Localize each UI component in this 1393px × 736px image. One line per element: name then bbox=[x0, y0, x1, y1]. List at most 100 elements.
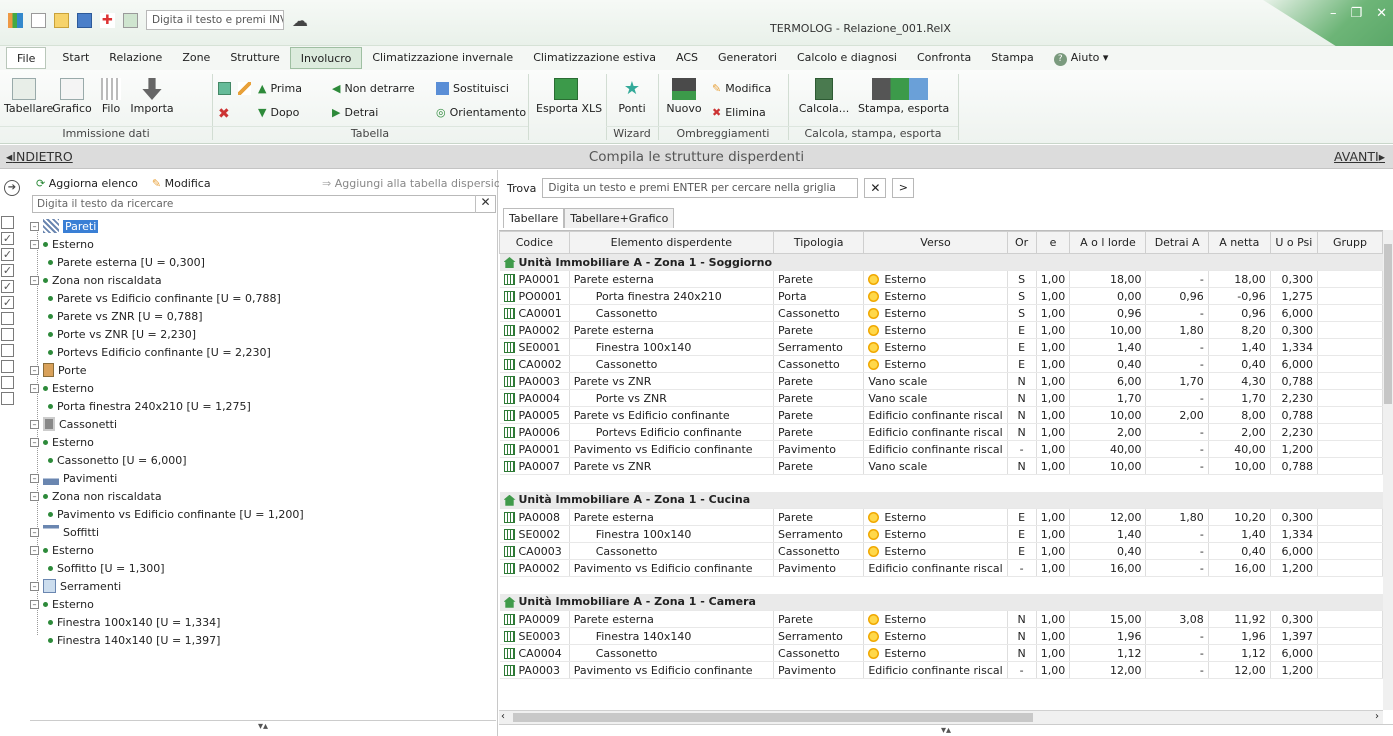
table-cell[interactable]: 1,00 bbox=[1036, 627, 1071, 645]
table-row[interactable]: PA0001 Pavimento vs Edificio confinante Pa… bbox=[499, 440, 1383, 458]
tree-node-esterno[interactable]: – Esterno bbox=[30, 433, 94, 451]
table-cell[interactable]: Cassonetto bbox=[773, 304, 865, 322]
tree-node-soffitti[interactable]: – Soffitti bbox=[30, 523, 99, 541]
table-cell[interactable]: Cassonetto bbox=[569, 304, 775, 322]
table-row[interactable]: PA0007 Parete vs ZNR Parete Vano scale N 1,00… bbox=[499, 457, 1383, 475]
table-cell[interactable]: Parete bbox=[773, 610, 865, 628]
tree-node-cassonetti[interactable]: – Cassonetti bbox=[30, 415, 117, 433]
table-cell[interactable]: Vano scale bbox=[863, 457, 1008, 475]
table-cell[interactable]: 1,00 bbox=[1036, 661, 1071, 679]
calcola-button[interactable]: Calcola... bbox=[796, 78, 852, 115]
table-cell[interactable]: Parete esterna bbox=[569, 508, 775, 526]
table-cell[interactable]: N bbox=[1007, 610, 1037, 628]
restore-icon[interactable]: ❐ bbox=[1350, 6, 1362, 21]
prima-button[interactable]: ▲ Prima bbox=[258, 82, 302, 95]
dopo-button[interactable]: ▼ Dopo bbox=[258, 106, 299, 119]
tree-node-esterno[interactable]: – Esterno bbox=[30, 379, 94, 397]
table-cell[interactable]: 1,00 bbox=[1036, 525, 1071, 543]
group-row[interactable]: Unità Immobiliare A - Zona 1 - Soggiorno bbox=[499, 253, 1383, 271]
table-cell[interactable]: 1,00 bbox=[1036, 440, 1071, 458]
table-cell[interactable]: 12,00 bbox=[1069, 661, 1147, 679]
table-cell[interactable]: 1,40 bbox=[1069, 525, 1147, 543]
cross-icon[interactable]: ✚ bbox=[100, 12, 115, 28]
table-cell[interactable]: - bbox=[1145, 423, 1209, 441]
table-cell[interactable]: - bbox=[1007, 559, 1037, 577]
table-cell[interactable]: Finestra 100x140 bbox=[569, 525, 775, 543]
table-cell[interactable]: 1,00 bbox=[1036, 559, 1071, 577]
table-cell[interactable]: 11,92 bbox=[1208, 610, 1271, 628]
table-cell[interactable]: 10,00 bbox=[1208, 457, 1271, 475]
table-cell[interactable]: CA0001 bbox=[499, 304, 570, 322]
table-cell[interactable]: N bbox=[1007, 627, 1037, 645]
row-checkbox[interactable] bbox=[1, 344, 14, 357]
elimina-ombreggiamento-button[interactable]: ✖ Elimina bbox=[712, 106, 766, 119]
table-cell[interactable]: PA0002 bbox=[499, 559, 570, 577]
table-row[interactable]: CA0003 Cassonetto Cassonetto Esterno E 1,00 0,… bbox=[499, 542, 1383, 560]
table-cell[interactable] bbox=[1317, 627, 1383, 645]
table-cell[interactable]: 1,200 bbox=[1270, 559, 1319, 577]
table-cell[interactable]: 1,334 bbox=[1270, 338, 1319, 356]
table-cell[interactable]: Serramento bbox=[773, 338, 865, 356]
table-cell[interactable]: 2,230 bbox=[1270, 423, 1319, 441]
column-header[interactable]: e bbox=[1035, 231, 1071, 254]
table-cell[interactable]: 2,230 bbox=[1270, 389, 1319, 407]
table-cell[interactable]: 0,96 bbox=[1145, 287, 1209, 305]
table-cell[interactable]: - bbox=[1145, 338, 1209, 356]
table-row[interactable]: SE0001 Finestra 100x140 Serramento Esterno E… bbox=[499, 338, 1383, 356]
tree-node-esterno[interactable]: – Esterno bbox=[30, 595, 94, 613]
table-cell[interactable]: 1,00 bbox=[1036, 270, 1071, 288]
table-cell[interactable]: Porta bbox=[773, 287, 865, 305]
table-row[interactable]: PA0008 Parete esterna Parete Esterno E 1,00 12… bbox=[499, 508, 1383, 526]
column-header[interactable]: U o Psi bbox=[1269, 231, 1319, 254]
table-cell[interactable]: Edificio confinante riscal bbox=[863, 661, 1008, 679]
table-cell[interactable]: CA0003 bbox=[499, 542, 570, 560]
table-cell[interactable]: 1,00 bbox=[1036, 389, 1071, 407]
table-cell[interactable]: E bbox=[1007, 542, 1037, 560]
table-cell[interactable] bbox=[1317, 287, 1383, 305]
tree-node-pareti[interactable]: – Pareti bbox=[30, 217, 99, 235]
table-cell[interactable]: 1,00 bbox=[1036, 406, 1071, 424]
table-cell[interactable]: S bbox=[1007, 304, 1037, 322]
table-cell[interactable] bbox=[1317, 542, 1383, 560]
table-cell[interactable]: Edificio confinante riscal bbox=[863, 559, 1008, 577]
tab-confronta[interactable]: Confronta bbox=[907, 47, 981, 69]
sostituisci-button[interactable]: Sostituisci bbox=[436, 82, 509, 95]
table-cell[interactable]: 10,00 bbox=[1069, 406, 1147, 424]
table-cell[interactable]: 1,00 bbox=[1036, 457, 1071, 475]
grafico-button[interactable]: Grafico bbox=[50, 78, 94, 115]
table-cell[interactable]: 0,300 bbox=[1270, 508, 1319, 526]
table-row[interactable]: PA0005 Parete vs Edificio confinante Paret… bbox=[499, 406, 1383, 424]
tree-leaf[interactable]: Pavimento vs Edificio confinante [U = 1,… bbox=[48, 505, 304, 523]
table-cell[interactable] bbox=[1317, 525, 1383, 543]
copy-icon-button[interactable] bbox=[218, 82, 231, 95]
table-cell[interactable]: Esterno bbox=[863, 627, 1008, 645]
table-cell[interactable]: PA0001 bbox=[499, 270, 570, 288]
table-cell[interactable]: 1,00 bbox=[1036, 287, 1071, 305]
table-cell[interactable]: Parete bbox=[773, 389, 865, 407]
table-cell[interactable]: N bbox=[1007, 457, 1037, 475]
table-cell[interactable]: E bbox=[1007, 338, 1037, 356]
table-cell[interactable]: 0,00 bbox=[1069, 287, 1147, 305]
table-cell[interactable]: 3,08 bbox=[1145, 610, 1209, 628]
esporta-xls-button[interactable]: Esporta XLS bbox=[536, 78, 602, 115]
table-cell[interactable]: PA0004 bbox=[499, 389, 570, 407]
group-row[interactable]: Unità Immobiliare A - Zona 1 - Cucina bbox=[499, 491, 1383, 509]
splitter-handle[interactable]: ▾▴ bbox=[30, 720, 496, 736]
tab-strutture[interactable]: Strutture bbox=[220, 47, 289, 69]
edit-icon-button[interactable] bbox=[238, 82, 251, 95]
table-cell[interactable]: Esterno bbox=[863, 610, 1008, 628]
quick-search-input[interactable]: Digita il testo e premi INVIO bbox=[146, 10, 284, 30]
scroll-thumb[interactable] bbox=[1384, 244, 1392, 404]
table-cell[interactable]: 0,40 bbox=[1208, 355, 1271, 373]
table-cell[interactable]: 1,96 bbox=[1208, 627, 1271, 645]
splitter-handle[interactable]: ▾▴ bbox=[499, 724, 1393, 736]
table-cell[interactable]: PA0003 bbox=[499, 661, 570, 679]
table-cell[interactable]: Edificio confinante riscal bbox=[863, 440, 1008, 458]
scroll-left-icon[interactable]: ‹ bbox=[501, 711, 505, 722]
table-cell[interactable]: 0,96 bbox=[1069, 304, 1147, 322]
table-cell[interactable]: 2,00 bbox=[1069, 423, 1147, 441]
table-cell[interactable] bbox=[1317, 304, 1383, 322]
table-cell[interactable]: 1,00 bbox=[1036, 355, 1071, 373]
table-cell[interactable]: Esterno bbox=[863, 321, 1008, 339]
table-cell[interactable]: 12,00 bbox=[1208, 661, 1271, 679]
